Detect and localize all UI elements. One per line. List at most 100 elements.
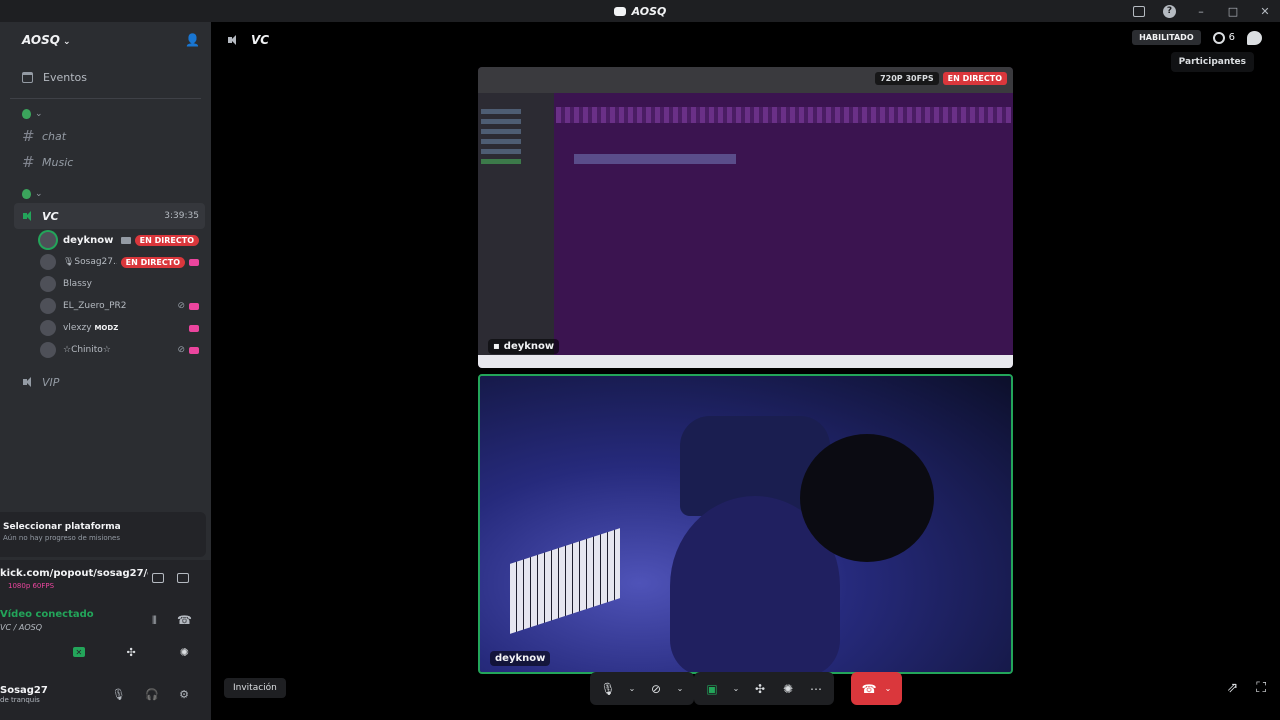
quest-card[interactable]: Seleccionar plataforma Aún no hay progre… [0,512,206,557]
user-panel[interactable]: Sosag27 de tranquis 🎙 🎧 ⚙ [0,676,211,712]
window-title: AOSQ [631,4,667,18]
activity-icon [189,258,199,266]
hangup-icon: ☎ [861,681,877,696]
stream-title: kick.com/popout/sosag27/ch... [0,568,148,579]
maximize-icon[interactable]: □ [1226,4,1240,18]
channel-chat[interactable]: # chat [0,123,211,149]
voice-user[interactable]: ☆Chinito☆ ⊘ [0,339,211,361]
stream-quality: 1080p 60FPS [8,582,55,590]
voice-user-name: vlexzy MODZ [63,323,119,333]
stream-settings-icon[interactable] [177,573,189,583]
voice-location: VC / AOSQ [0,623,42,632]
minimize-icon[interactable]: – [1194,4,1208,18]
fullscreen-icon[interactable]: ⛶ [1256,680,1266,696]
media-controls: 🎙 ⌄ ⊘ ⌄ [590,672,694,705]
camera-icon [120,236,131,244]
hash-icon: # [22,153,35,171]
people-icon [1212,31,1225,44]
screen-share-icon[interactable]: ▣ [704,682,720,696]
muted-mic-icon: ⊘ [177,345,185,355]
tile-label: ▪ deyknow [488,339,560,354]
waveform [556,107,1011,123]
microphone-icon[interactable]: 🎙 [111,688,125,701]
chevron-down-icon[interactable]: ⌄ [628,684,636,693]
avatar [40,232,56,248]
voice-user[interactable]: vlexzy MODZ [0,317,211,339]
category-header[interactable]: ⌄ [0,105,211,123]
chevron-down-icon[interactable]: ⌄ [676,684,684,693]
microphone-icon[interactable]: 🎙 [600,682,616,696]
voice-channel-vip[interactable]: VIP [0,369,211,395]
inbox-icon[interactable] [1133,5,1145,17]
live-badge: EN DIRECTO [942,72,1007,85]
chevron-down-icon: ⌄ [884,684,892,693]
popout-icon[interactable]: ⇗ [1226,680,1238,696]
voice-controls: ✕ ✣ ✺ [0,644,211,660]
soundwave-icon[interactable]: ⦀ [152,614,157,628]
quest-title: Seleccionar plataforma [3,522,121,532]
divider [10,98,201,99]
voice-timer: 3:39:35 [164,211,199,221]
avatar [40,276,56,292]
user-status: de tranquis [0,695,40,704]
participants-count: 6 [1228,32,1235,43]
headphones-icon[interactable]: 🎧 [145,688,159,701]
stream-quality-tag: 720P 30FPS [875,72,939,85]
channel-music[interactable]: # Music [0,149,211,175]
voice-user-name: 🎙Sosag27... [63,257,117,267]
voice-user[interactable]: 🎙Sosag27... EN DIRECTO [0,251,211,273]
stop-stream-icon[interactable] [152,573,164,583]
more-icon[interactable]: ⋯ [808,682,824,696]
activities-icon[interactable]: ✣ [752,682,768,696]
invite-button[interactable]: Invitación [224,678,286,698]
voice-user[interactable]: Blassy [0,273,211,295]
chevron-down-icon[interactable]: ⌄ [732,684,740,693]
hangup-button[interactable]: ☎ ⌄ [851,672,902,705]
channel-name: chat [42,129,67,143]
call-header: VC HABILITADO 6 [211,22,1280,58]
habilitado-badge[interactable]: HABILITADO [1132,30,1201,45]
guild-name[interactable]: AOSQ ⌄ [22,33,71,47]
channel-title: VC [251,33,270,47]
app-title: AOSQ [613,4,667,18]
user-tag: MODZ [94,324,119,332]
disconnect-icon[interactable]: ☎ [177,613,192,627]
voice-panel: kick.com/popout/sosag27/ch... 1080p 60FP… [0,560,211,720]
speaker-icon [22,376,34,388]
chat-icon[interactable] [1247,30,1262,45]
add-member-icon[interactable]: 👤 [185,33,200,47]
camera-icon[interactable] [20,646,34,658]
close-icon[interactable]: ✕ [1258,4,1272,18]
voice-user[interactable]: EL_Zuero_PR2 ⊘ [0,295,211,317]
camera-tile[interactable]: deyknow [478,374,1013,674]
category-header[interactable]: ⌄ [0,185,211,203]
channel-name: Music [42,155,74,169]
activity-icon [189,346,199,354]
events-item[interactable]: Eventos [0,66,211,88]
avatar [40,254,56,270]
help-icon[interactable]: ? [1163,4,1176,18]
voice-user-name: ☆Chinito☆ [63,345,111,355]
channel-name: VIP [42,375,60,389]
voice-channel-vc[interactable]: VC 3:39:35 [14,203,205,229]
screen-share-icon[interactable]: ✕ [72,647,85,657]
chevron-down-icon: ⌄ [35,109,43,119]
daw-track-list [478,93,554,355]
username: Sosag27 [0,684,48,696]
speaker-icon [227,34,239,46]
windows-taskbar [478,355,1013,368]
activities-icon[interactable]: ✣ [124,646,138,659]
live-badge: EN DIRECTO [120,256,185,268]
soundboard-icon[interactable]: ✺ [780,682,796,696]
soundboard-icon[interactable]: ✺ [177,646,191,659]
voice-connected-status[interactable]: Vídeo conectado [0,609,94,620]
daw-playlist [554,93,1013,355]
chevron-down-icon: ⌄ [62,37,71,47]
voice-user[interactable]: deyknow EN DIRECTO [0,229,211,251]
participants-button[interactable]: 6 [1212,31,1235,44]
stream-tile[interactable]: 720P 30FPS EN DIRECTO ▪ deyknow [478,67,1013,368]
calendar-icon [22,71,33,83]
gear-icon[interactable]: ⚙ [179,688,189,701]
camera-off-icon[interactable]: ⊘ [648,682,664,696]
guild-header[interactable]: AOSQ ⌄ 👤 [0,22,211,58]
